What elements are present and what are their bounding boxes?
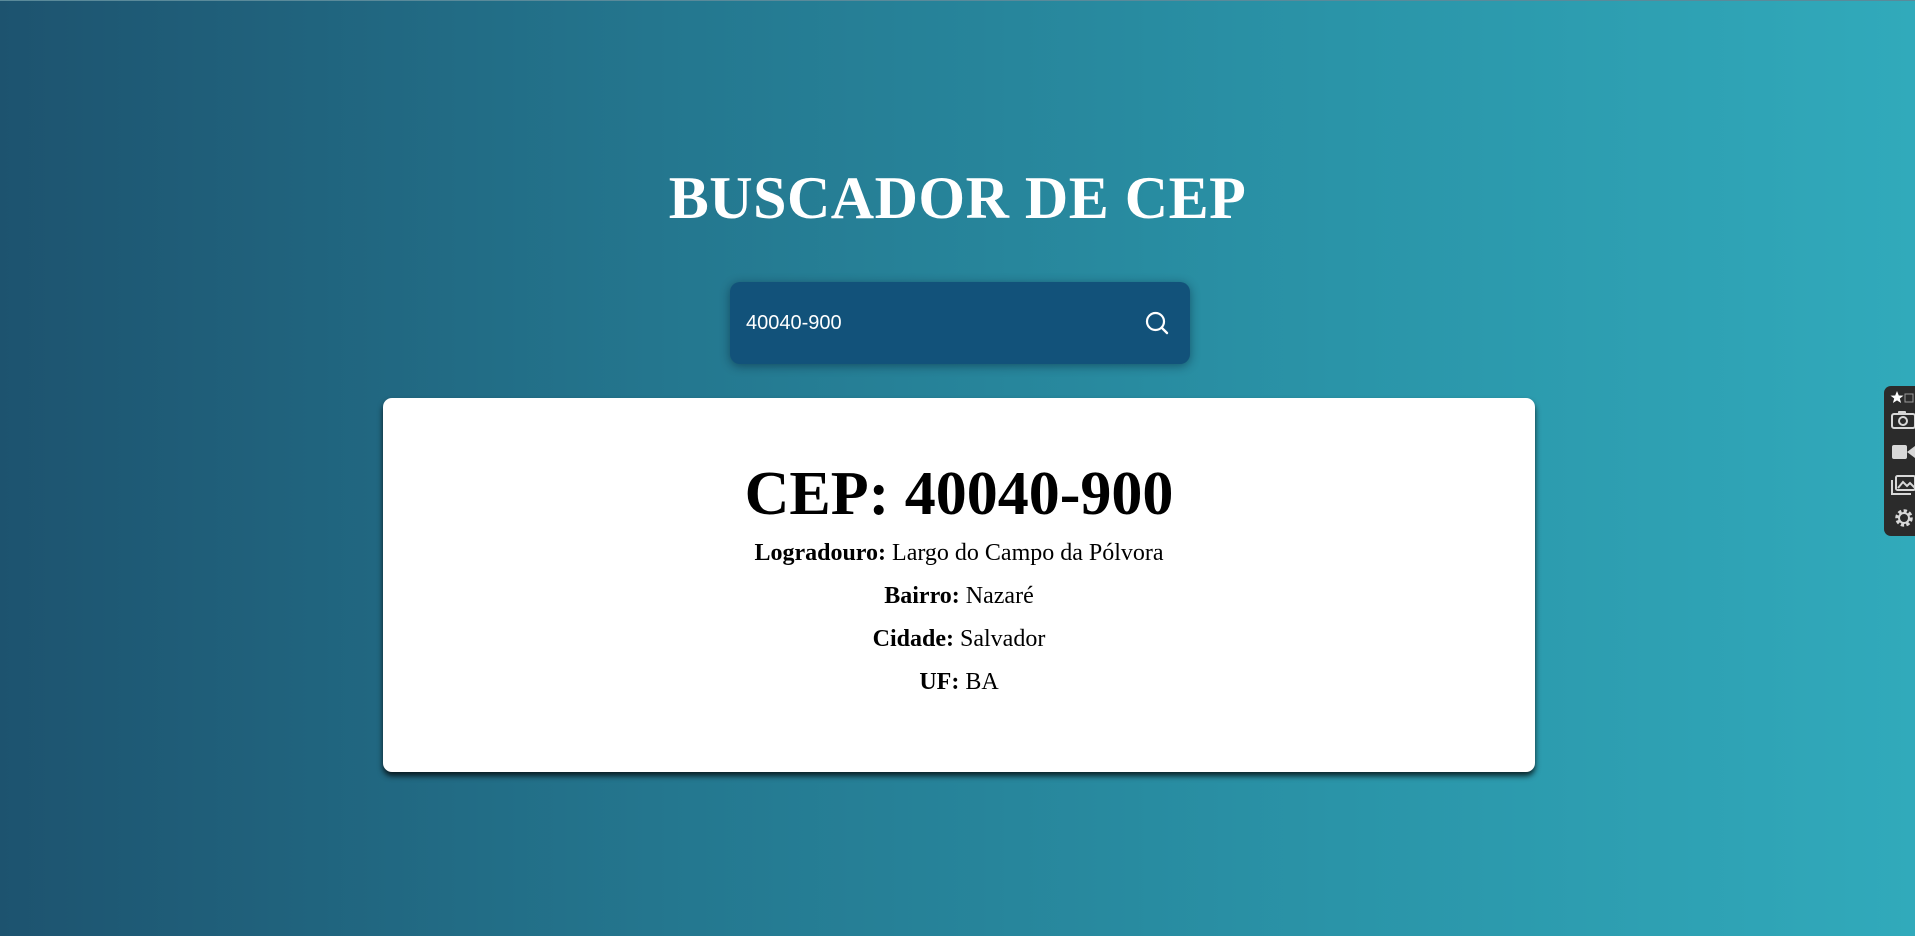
- bairro-label: Bairro:: [884, 583, 960, 609]
- window-top-border: [0, 0, 1915, 1]
- bairro-line: Bairro: Nazaré: [383, 581, 1535, 611]
- page-title: BUSCADOR DE CEP: [668, 165, 1247, 231]
- search-button[interactable]: [1142, 308, 1172, 338]
- camera-icon[interactable]: [1890, 408, 1915, 430]
- search-icon: [1142, 308, 1172, 338]
- cep-search-input[interactable]: [746, 304, 1126, 342]
- video-icon[interactable]: [1890, 441, 1915, 463]
- logradouro-line: Logradouro: Largo do Campo da Pólvora: [383, 538, 1535, 568]
- gear-icon[interactable]: [1890, 507, 1915, 529]
- cep-heading: CEP: 40040-900: [744, 460, 1174, 528]
- cidade-value: Salvador: [960, 626, 1046, 652]
- uf-line: UF: BA: [383, 667, 1535, 697]
- gallery-icon[interactable]: [1890, 474, 1915, 496]
- cidade-label: Cidade:: [872, 626, 955, 652]
- logradouro-label: Logradouro:: [754, 540, 887, 566]
- extension-side-toolbar: [1884, 386, 1915, 536]
- result-card: CEP: 40040-900 Logradouro: Largo do Camp…: [383, 398, 1535, 772]
- bairro-value: Nazaré: [965, 583, 1034, 609]
- cep-search-box: [730, 282, 1190, 364]
- uf-label: UF:: [919, 669, 960, 695]
- uf-value: BA: [965, 669, 999, 695]
- cidade-line: Cidade: Salvador: [383, 624, 1535, 654]
- logradouro-value: Largo do Campo da Pólvora: [892, 540, 1164, 566]
